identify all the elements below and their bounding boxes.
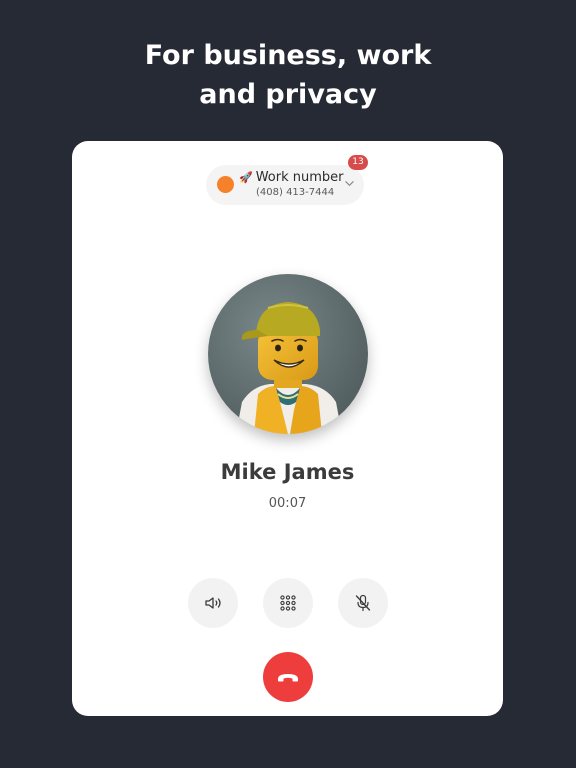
call-timer: 00:07 bbox=[268, 496, 307, 511]
speaker-button[interactable] bbox=[188, 578, 238, 628]
call-card: 🚀 Work number (408) 413-7444 13 Mike Jam… bbox=[72, 141, 503, 716]
rocket-icon: 🚀 bbox=[239, 171, 253, 184]
line-phone-number: (408) 413-7444 bbox=[256, 187, 335, 198]
avatar bbox=[208, 274, 368, 434]
headline-line-1: For business, work bbox=[144, 40, 432, 71]
contact-name: Mike James bbox=[220, 460, 355, 484]
line-name-label: Work number bbox=[255, 170, 344, 185]
unread-badge: 13 bbox=[348, 155, 368, 170]
hang-up-button[interactable] bbox=[263, 652, 313, 702]
phone-line-selector[interactable]: 🚀 Work number (408) 413-7444 13 bbox=[206, 155, 368, 205]
phone-hangup-icon bbox=[278, 674, 298, 682]
microphone-muted-icon bbox=[355, 594, 371, 612]
speaker-icon bbox=[205, 597, 221, 609]
headline: For business, work and privacy bbox=[0, 36, 576, 114]
line-color-dot bbox=[217, 176, 234, 193]
avatar-image bbox=[208, 274, 368, 434]
mute-button[interactable] bbox=[338, 578, 388, 628]
keypad-button[interactable] bbox=[263, 578, 313, 628]
promo-screen: For business, work and privacy 🚀 Work num… bbox=[0, 0, 576, 768]
chevron-down-icon bbox=[345, 181, 354, 186]
keypad-icon bbox=[280, 595, 296, 611]
headline-line-2: and privacy bbox=[199, 79, 377, 110]
line-name: 🚀 Work number bbox=[239, 170, 344, 186]
